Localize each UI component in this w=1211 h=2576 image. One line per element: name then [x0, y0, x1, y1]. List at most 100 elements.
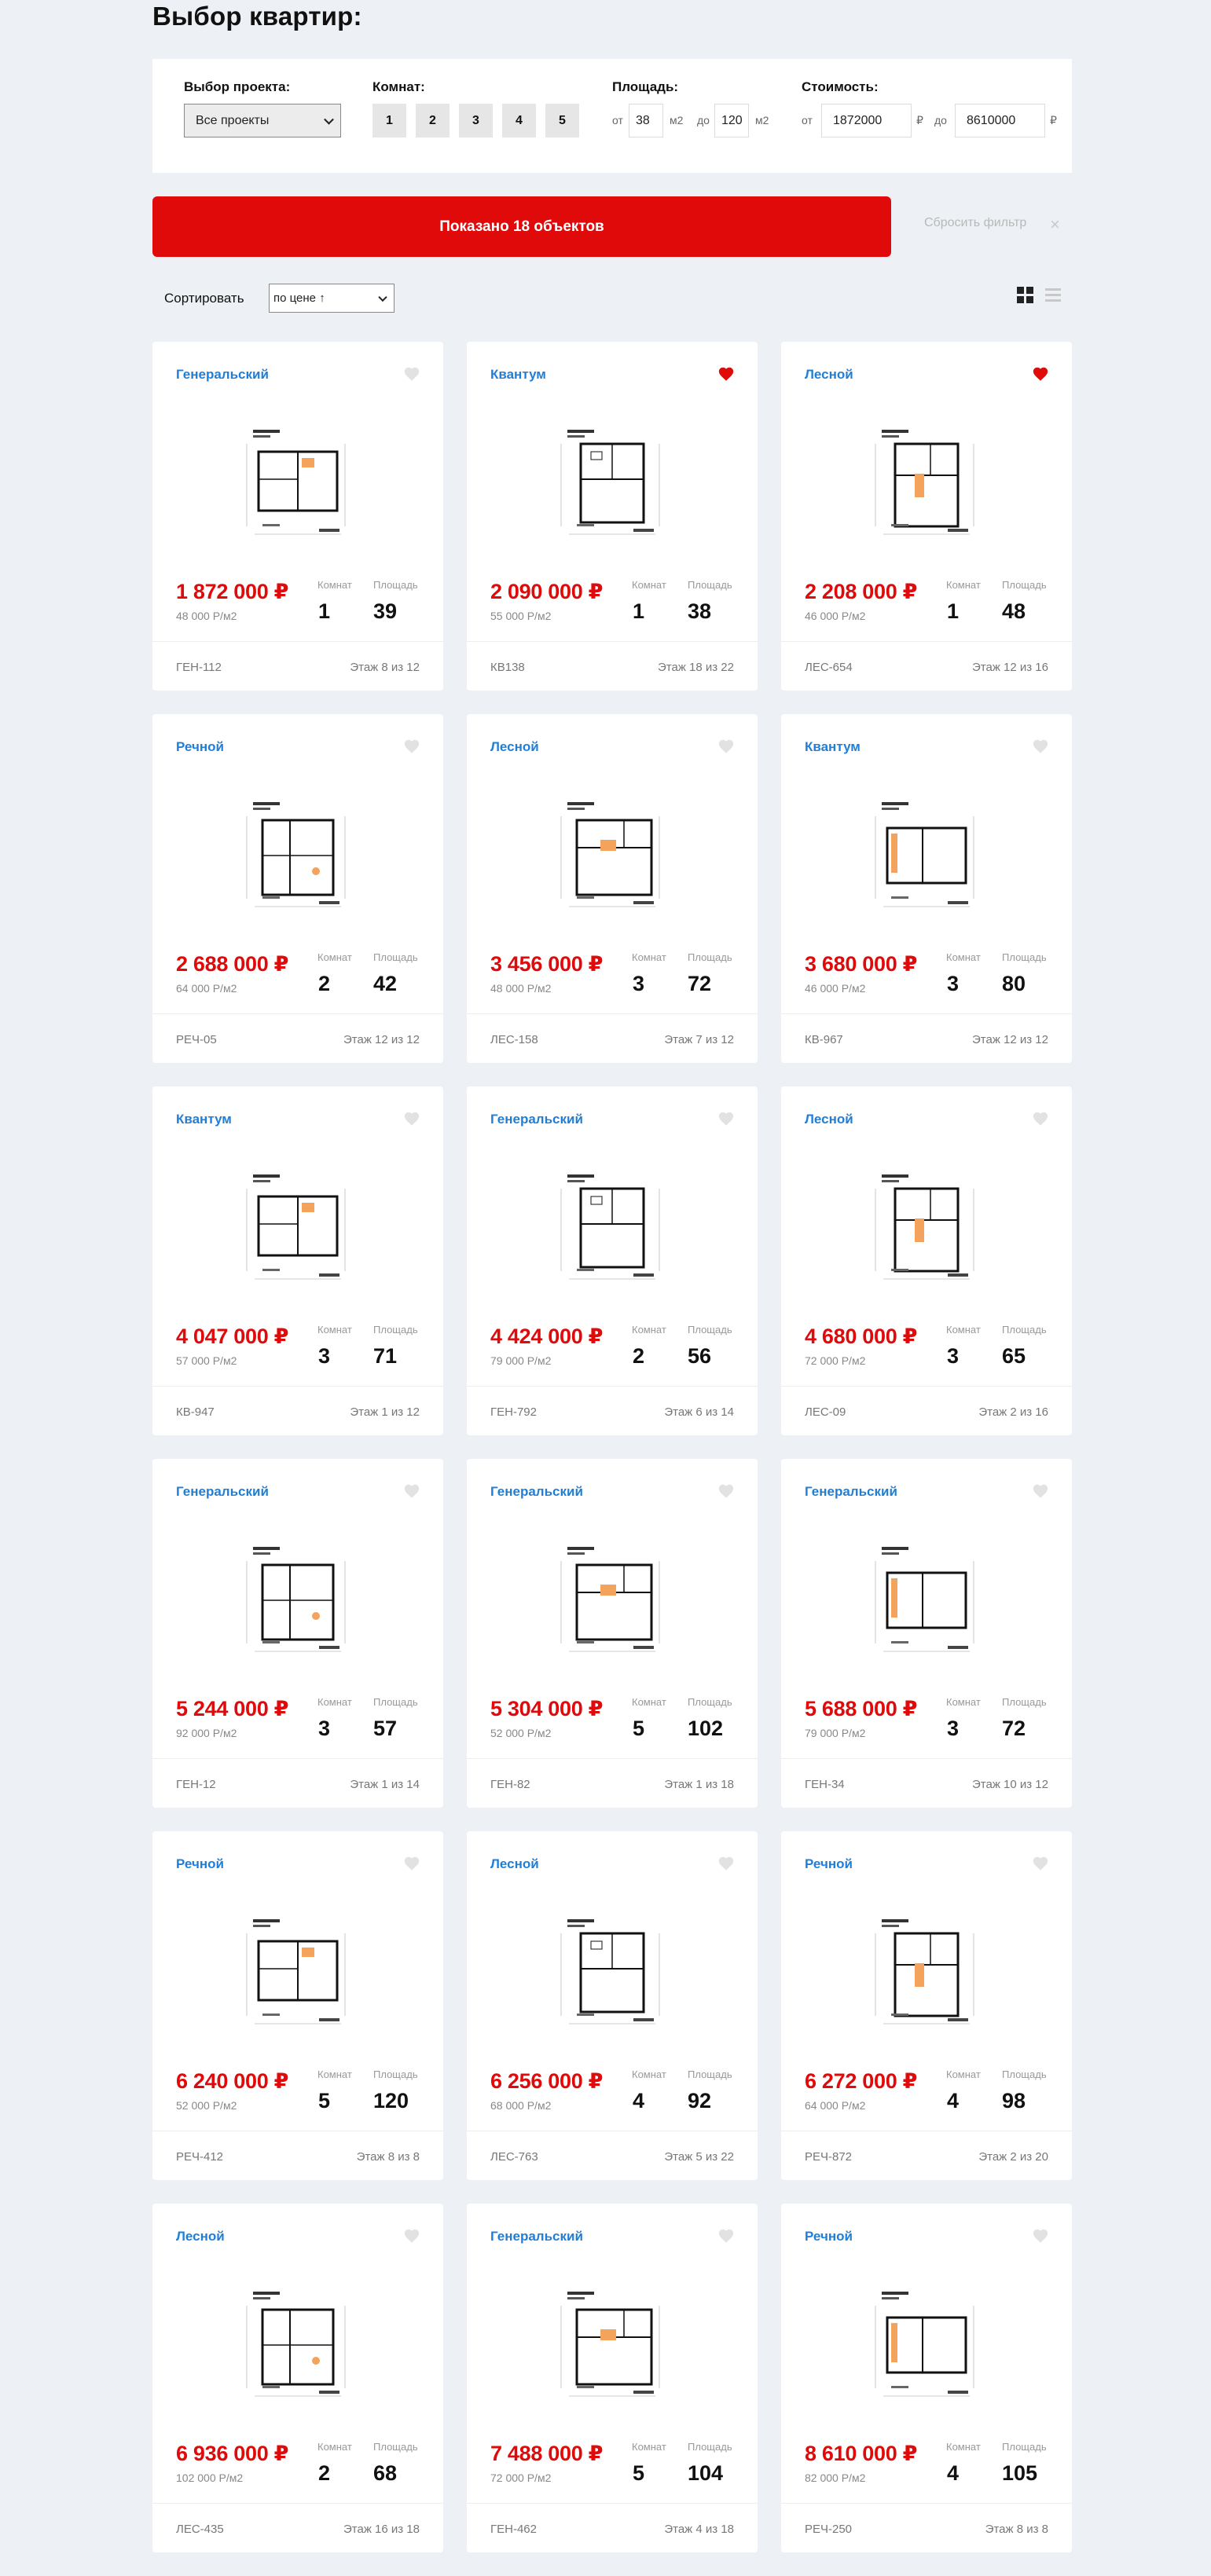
apartment-card[interactable]: Квантум 2 090 000 ₽ 55 000 Р/м2 Комнат Площа…	[467, 342, 758, 691]
close-icon[interactable]: ×	[1050, 216, 1060, 233]
apartment-card[interactable]: Лесной 4 680 000 ₽ 72 000 Р/м2 Комнат Площад…	[781, 1086, 1072, 1435]
favorite-heart-icon[interactable]	[402, 1110, 421, 1127]
apartment-code: ГЕН-462	[490, 2523, 537, 2536]
project-name[interactable]: Речной	[176, 1856, 224, 1872]
favorite-heart-icon[interactable]	[402, 2227, 421, 2244]
apartment-card[interactable]: Лесной 2 208 000 ₽ 46 000 Р/м2 Комнат Площад…	[781, 342, 1072, 691]
floor-info: Этаж 5 из 22	[664, 2150, 734, 2164]
floor-info: Этаж 4 из 18	[664, 2523, 734, 2536]
favorite-heart-icon[interactable]	[402, 738, 421, 755]
floor-plan-image[interactable]	[545, 420, 679, 546]
project-name[interactable]: Генеральский	[176, 367, 269, 383]
project-name[interactable]: Генеральский	[490, 1484, 583, 1500]
project-name[interactable]: Квантум	[176, 1112, 232, 1127]
apartment-card[interactable]: Речной 6 240 000 ₽ 52 000 Р/м2 Комнат Площад…	[152, 1831, 443, 2180]
floor-plan-image[interactable]	[231, 1910, 365, 2036]
room-button-1[interactable]: 1	[372, 104, 406, 137]
floor-plan-image[interactable]	[860, 2282, 993, 2408]
area-value: 42	[373, 972, 398, 995]
apartment-card[interactable]: Генеральский 5 244 000 ₽ 92 000 Р/м2 Комнат…	[152, 1459, 443, 1808]
favorite-heart-icon[interactable]	[402, 365, 421, 383]
favorite-heart-icon[interactable]	[402, 1855, 421, 1872]
floor-plan-image[interactable]	[860, 1910, 993, 2036]
floor-plan-image[interactable]	[860, 793, 993, 918]
project-name[interactable]: Лесной	[490, 1856, 539, 1872]
rooms-value: 3	[633, 972, 645, 995]
floor-plan-image[interactable]	[545, 2282, 679, 2408]
favorite-heart-icon[interactable]	[1031, 2227, 1050, 2244]
project-name[interactable]: Квантум	[805, 739, 861, 755]
floor-plan-image[interactable]	[860, 1165, 993, 1291]
project-name[interactable]: Речной	[805, 1856, 853, 1872]
apartment-card[interactable]: Генеральский 4 424 000 ₽ 79 000 Р/м2 Комнат…	[467, 1086, 758, 1435]
favorite-heart-icon[interactable]	[1031, 365, 1050, 383]
room-button-2[interactable]: 2	[416, 104, 450, 137]
floor-plan-image[interactable]	[545, 1537, 679, 1663]
apartment-card[interactable]: Речной 2 688 000 ₽ 64 000 Р/м2 Комнат Площад…	[152, 714, 443, 1063]
floor-plan-image[interactable]	[545, 1910, 679, 2036]
room-button-5[interactable]: 5	[545, 104, 579, 137]
project-name[interactable]: Генеральский	[805, 1484, 897, 1500]
project-name[interactable]: Генеральский	[490, 2229, 583, 2244]
favorite-heart-icon[interactable]	[1031, 1482, 1050, 1500]
apartment-card[interactable]: Лесной 3 456 000 ₽ 48 000 Р/м2 Комнат Площад…	[467, 714, 758, 1063]
floor-plan-image[interactable]	[545, 793, 679, 918]
floor-plan-image[interactable]	[231, 1537, 365, 1663]
reset-filter-link[interactable]: Сбросить фильтр	[924, 216, 1026, 230]
project-name[interactable]: Генеральский	[176, 1484, 269, 1500]
favorite-heart-icon[interactable]	[717, 1855, 736, 1872]
filter-panel: Выбор проекта: Все проекты Комнат: 1 2 3…	[152, 59, 1072, 173]
apartment-card[interactable]: Генеральский 7 488 000 ₽ 72 000 Р/м2 Комнат…	[467, 2204, 758, 2552]
price: 1 872 000 ₽	[176, 580, 289, 603]
favorite-heart-icon[interactable]	[1031, 1110, 1050, 1127]
list-view-icon[interactable]	[1045, 288, 1061, 302]
project-name[interactable]: Речной	[176, 739, 224, 755]
price-to-input[interactable]: 8610000	[955, 104, 1045, 137]
project-name[interactable]: Лесной	[176, 2229, 225, 2244]
divider	[781, 1013, 1072, 1014]
apartment-card[interactable]: Генеральский 5 304 000 ₽ 52 000 Р/м2 Комнат…	[467, 1459, 758, 1808]
project-select[interactable]: Все проекты	[184, 104, 341, 137]
floor-plan-image[interactable]	[231, 2282, 365, 2408]
sort-select[interactable]: по цене ↑	[269, 284, 394, 313]
floor-plan-image[interactable]	[545, 1165, 679, 1291]
favorite-heart-icon[interactable]	[1031, 1855, 1050, 1872]
apartment-card[interactable]: Лесной 6 936 000 ₽ 102 000 Р/м2 Комнат Площа…	[152, 2204, 443, 2552]
favorite-heart-icon[interactable]	[402, 1482, 421, 1500]
area-to-input[interactable]: 120	[714, 104, 749, 137]
apartment-card[interactable]: Генеральский 5 688 000 ₽ 79 000 Р/м2 Комнат…	[781, 1459, 1072, 1808]
apartment-card[interactable]: Генеральский 1 872 000 ₽ 48 000 Р/м2 Комнат…	[152, 342, 443, 691]
apartment-card[interactable]: Лесной 6 256 000 ₽ 68 000 Р/м2 Комнат Площад…	[467, 1831, 758, 2180]
floor-plan-image[interactable]	[231, 1165, 365, 1291]
favorite-heart-icon[interactable]	[717, 1482, 736, 1500]
apartment-card[interactable]: Речной 6 272 000 ₽ 64 000 Р/м2 Комнат Площад…	[781, 1831, 1072, 2180]
price-per-m2: 52 000 Р/м2	[490, 1727, 552, 1739]
area-to-label: до	[697, 114, 710, 126]
apartment-card[interactable]: Речной 8 610 000 ₽ 82 000 Р/м2 Комнат Площад…	[781, 2204, 1072, 2552]
project-name[interactable]: Лесной	[805, 367, 853, 383]
favorite-heart-icon[interactable]	[717, 2227, 736, 2244]
floor-plan-image[interactable]	[231, 420, 365, 546]
favorite-heart-icon[interactable]	[1031, 738, 1050, 755]
favorite-heart-icon[interactable]	[717, 365, 736, 383]
room-button-4[interactable]: 4	[502, 104, 536, 137]
project-name[interactable]: Генеральский	[490, 1112, 583, 1127]
project-name[interactable]: Квантум	[490, 367, 546, 383]
price-from-input[interactable]: 1872000	[821, 104, 912, 137]
apartment-card[interactable]: Квантум 3 680 000 ₽ 46 000 Р/м2 Комнат Площа…	[781, 714, 1072, 1063]
floor-plan-image[interactable]	[231, 793, 365, 918]
floor-plan-image[interactable]	[860, 1537, 993, 1663]
room-button-3[interactable]: 3	[459, 104, 493, 137]
favorite-heart-icon[interactable]	[717, 738, 736, 755]
page-title: Выбор квартир:	[152, 2, 362, 31]
apartment-card[interactable]: Квантум 4 047 000 ₽ 57 000 Р/м2 Комнат Площа…	[152, 1086, 443, 1435]
area-from-input[interactable]: 38	[629, 104, 663, 137]
project-name[interactable]: Лесной	[490, 739, 539, 755]
grid-view-icon[interactable]	[1017, 287, 1033, 303]
show-results-button[interactable]: Показано 18 объектов	[152, 196, 891, 257]
apartment-grid: Генеральский 1 872 000 ₽ 48 000 Р/м2 Комнат…	[152, 342, 1072, 2552]
project-name[interactable]: Лесной	[805, 1112, 853, 1127]
floor-plan-image[interactable]	[860, 420, 993, 546]
favorite-heart-icon[interactable]	[717, 1110, 736, 1127]
project-name[interactable]: Речной	[805, 2229, 853, 2244]
